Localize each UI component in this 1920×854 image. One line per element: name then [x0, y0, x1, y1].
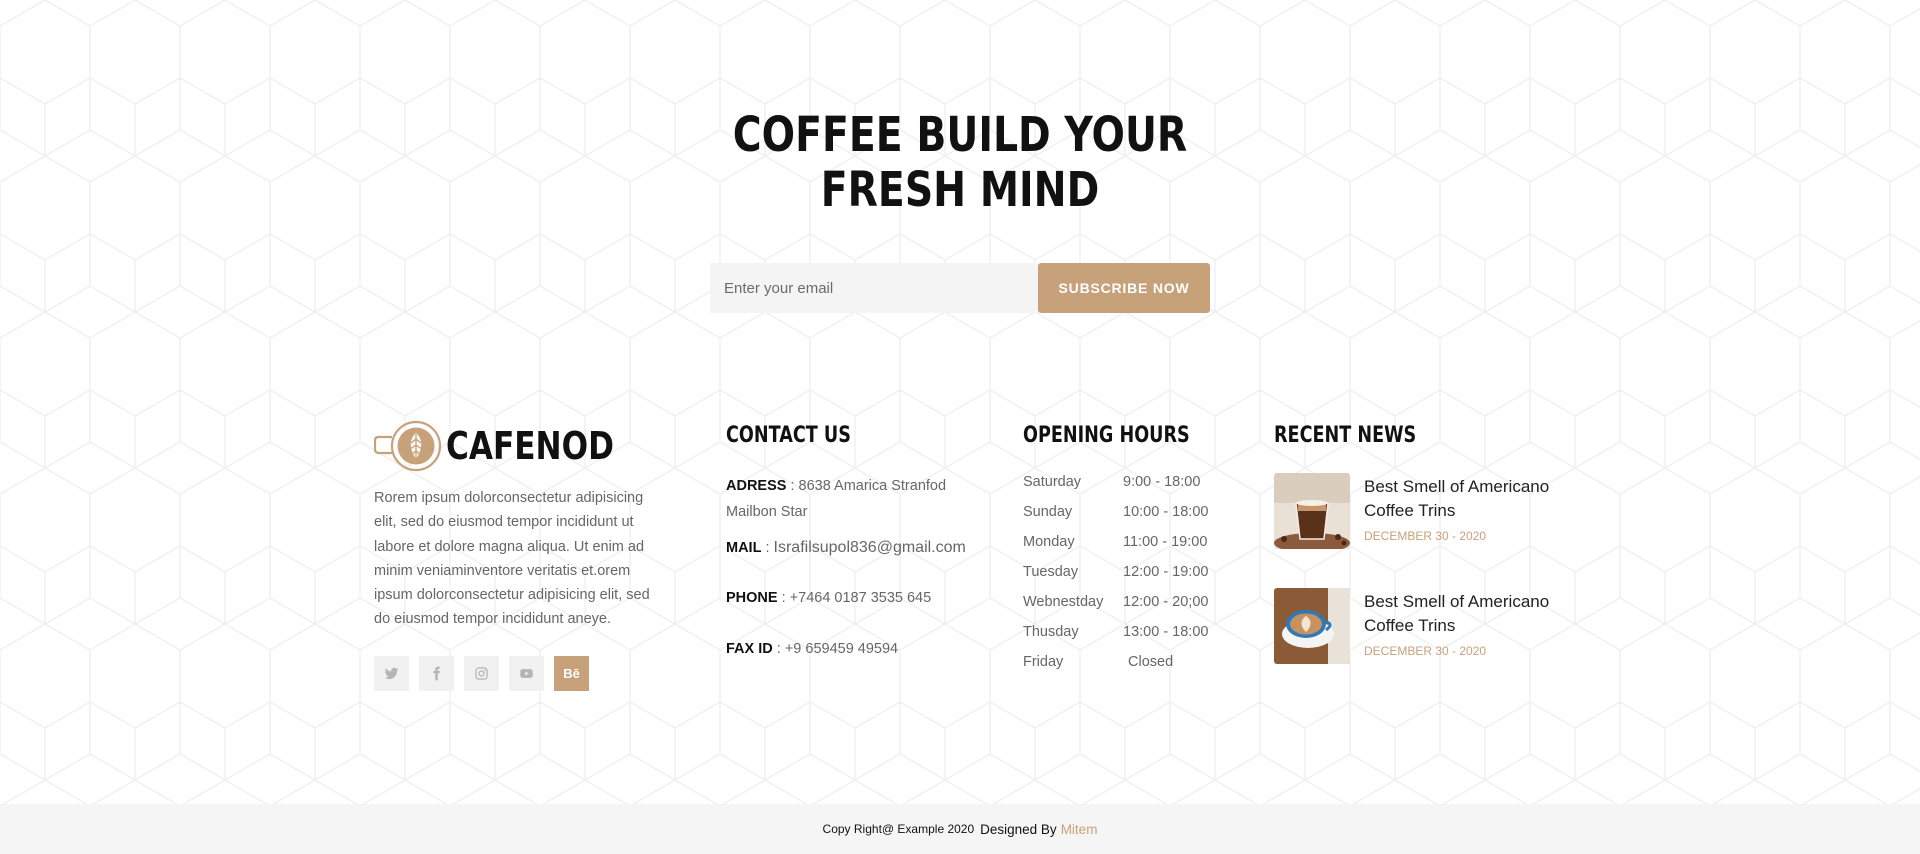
- youtube-icon: [520, 668, 533, 678]
- news-body: Best Smell of Americano Coffee Trins DEC…: [1364, 588, 1554, 664]
- social-links: Bē: [374, 655, 654, 691]
- hours-row: Saturday 9:00 - 18:00: [1023, 467, 1233, 497]
- facebook-icon: [433, 666, 440, 681]
- news-date: DECEMBER 30 - 2020: [1364, 644, 1487, 658]
- hours-list: Saturday 9:00 - 18:00 Sunday 10:00 - 18:00…: [1023, 467, 1233, 677]
- footer-hours-column: OPENING HOURS Saturday 9:00 - 18:00 Sunda…: [1023, 420, 1233, 677]
- news-item[interactable]: Best Smell of Americano Coffee Trins DEC…: [1274, 588, 1574, 664]
- hours-row: Friday Closed: [1023, 647, 1233, 677]
- hours-day: Sunday: [1023, 504, 1073, 520]
- contact-heading: CONTACT US: [726, 423, 851, 448]
- news-title[interactable]: Best Smell of Americano Coffee Trins: [1364, 590, 1554, 638]
- behance-icon: Bē: [563, 665, 580, 681]
- footer-contact-column: CONTACT US ADRESS : 8638 Amarica Stranfo…: [726, 420, 986, 662]
- contact-fax: FAX ID : +9 659459 49594: [726, 641, 899, 657]
- news-title[interactable]: Best Smell of Americano Coffee Trins: [1364, 475, 1554, 523]
- hours-day: Monday: [1023, 534, 1075, 550]
- hours-time: Closed: [1128, 654, 1174, 670]
- email-input[interactable]: [710, 263, 1038, 313]
- newsletter-title: COFFEE BUILD YOUR FRESH MIND: [173, 108, 1747, 218]
- hours-time: 12:00 - 20;00: [1123, 594, 1209, 610]
- fax-value: +9 659459 49594: [784, 641, 899, 657]
- twitter-link[interactable]: [374, 655, 409, 691]
- hours-day: Saturday: [1023, 474, 1082, 490]
- copyright-text: Copy Right@ Example 2020: [822, 822, 975, 836]
- hours-time: 12:00 - 19:00: [1123, 564, 1209, 580]
- address-label: ADRESS: [726, 478, 787, 494]
- twitter-icon: [384, 667, 399, 679]
- facebook-link[interactable]: [419, 655, 454, 691]
- news-heading: RECENT NEWS: [1274, 423, 1417, 448]
- newsletter-title-line1: COFFEE BUILD YOUR: [732, 107, 1188, 163]
- iced-coffee-image: [1274, 473, 1350, 549]
- news-thumbnail-latte[interactable]: [1274, 588, 1350, 664]
- hours-day: Tuesday: [1023, 564, 1079, 580]
- footer-about-column: CAFENOD Rorem ipsum dolorconsectetur adi…: [374, 420, 654, 691]
- footer-news-column: RECENT NEWS Best Smell of Americano Coff…: [1274, 420, 1574, 703]
- hours-row: Thusday 13:00 - 18:00: [1023, 617, 1233, 647]
- phone-label: PHONE: [726, 590, 778, 606]
- instagram-icon: [475, 667, 488, 680]
- mail-value[interactable]: Israfilsupol836@gmail.com: [774, 539, 966, 556]
- hours-time: 9:00 - 18:00: [1123, 474, 1201, 490]
- newsletter-section: COFFEE BUILD YOUR FRESH MIND: [0, 108, 1920, 218]
- news-item[interactable]: Best Smell of Americano Coffee Trins DEC…: [1274, 473, 1574, 549]
- news-thumbnail-iced-coffee[interactable]: [1274, 473, 1350, 549]
- hours-heading: OPENING HOURS: [1023, 423, 1190, 448]
- hours-time: 13:00 - 18:00: [1123, 624, 1209, 640]
- logo[interactable]: CAFENOD: [374, 418, 654, 474]
- youtube-link[interactable]: [509, 655, 544, 691]
- newsletter-title-line2: FRESH MIND: [820, 162, 1100, 218]
- hours-row: Monday 11:00 - 19:00: [1023, 527, 1233, 557]
- subscribe-button[interactable]: SUBSCRIBE NOW: [1038, 263, 1210, 313]
- hours-day: Thusday: [1023, 624, 1079, 640]
- copyright-bar: Copy Right@ Example 2020 Designed By Mit…: [0, 804, 1920, 854]
- news-body: Best Smell of Americano Coffee Trins DEC…: [1364, 473, 1554, 549]
- designed-by-text: Designed By: [980, 821, 1057, 837]
- hours-row: Webnestday 12:00 - 20;00: [1023, 587, 1233, 617]
- behance-link[interactable]: Bē: [554, 655, 589, 691]
- about-description: Rorem ipsum dolorconsectetur adipisicing…: [374, 490, 650, 628]
- mail-label: MAIL: [726, 540, 762, 556]
- contact-address: ADRESS : 8638 Amarica Stranfod Mailbon S…: [726, 478, 947, 520]
- hours-row: Tuesday 12:00 - 19:00: [1023, 557, 1233, 587]
- designer-link[interactable]: Mitem: [1061, 822, 1098, 837]
- hours-time: 10:00 - 18:00: [1123, 504, 1209, 520]
- contact-mail: MAIL : Israfilsupol836@gmail.com: [726, 539, 966, 556]
- hours-day: Friday: [1023, 654, 1064, 670]
- coffee-cup-logo-icon: [374, 420, 442, 472]
- instagram-link[interactable]: [464, 655, 499, 691]
- contact-phone: PHONE : +7464 0187 3535 645: [726, 590, 932, 606]
- phone-value: +7464 0187 3535 645: [789, 590, 932, 606]
- latte-cup-image: [1274, 588, 1350, 664]
- hours-time: 11:00 - 19:00: [1123, 534, 1208, 550]
- fax-label: FAX ID: [726, 641, 773, 657]
- hours-day: Webnestday: [1023, 594, 1104, 610]
- news-date: DECEMBER 30 - 2020: [1364, 529, 1487, 543]
- brand-name: CAFENOD: [446, 424, 614, 468]
- subscribe-form: SUBSCRIBE NOW: [710, 263, 1210, 313]
- hours-row: Sunday 10:00 - 18:00: [1023, 497, 1233, 527]
